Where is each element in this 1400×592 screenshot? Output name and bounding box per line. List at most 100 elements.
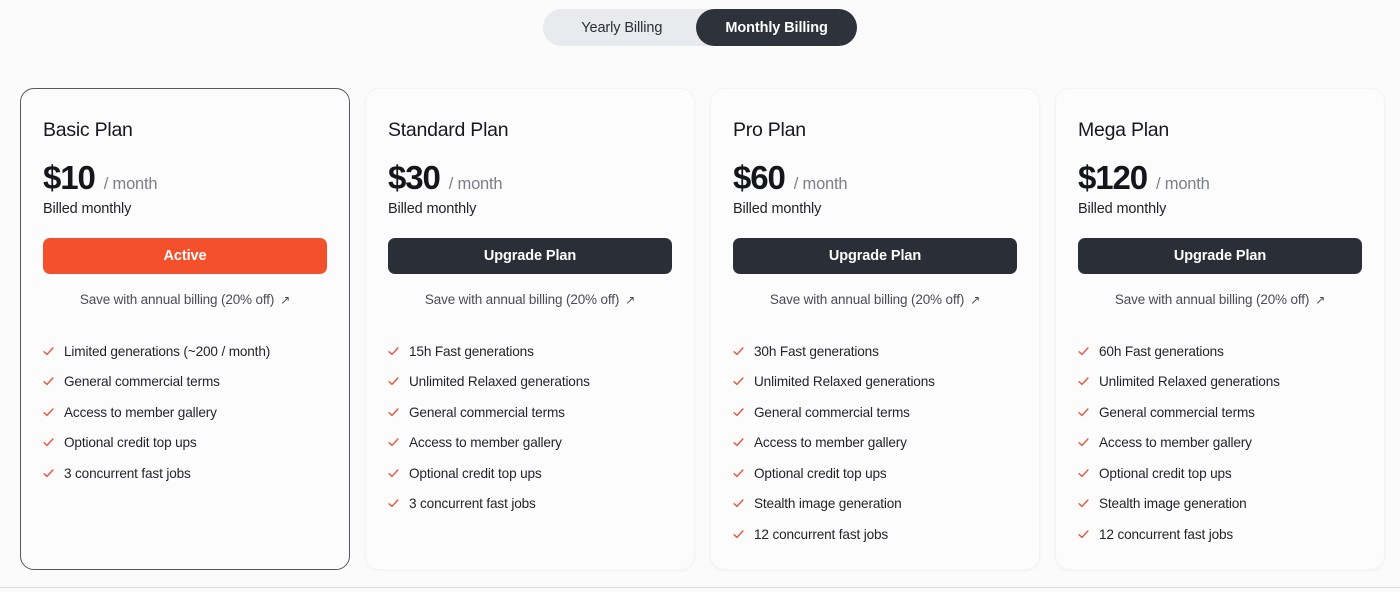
save-link-label: Save with annual billing (20% off) xyxy=(79,292,275,307)
check-icon xyxy=(1078,468,1089,479)
save-with-annual-billing-link[interactable]: Save with annual billing (20% off) ↗ xyxy=(43,292,327,307)
billing-toggle-container: Yearly Billing Monthly Billing xyxy=(0,9,1400,46)
upgrade-plan-button[interactable]: Upgrade Plan xyxy=(388,238,672,274)
plan-feature-list: 60h Fast generations Unlimited Relaxed ge… xyxy=(1078,344,1362,543)
plan-price: $30 xyxy=(388,159,441,196)
plan-feature-item: Optional credit top ups xyxy=(388,465,672,482)
plan-feature-item: General commercial terms xyxy=(388,405,672,421)
plan-feature-label: 3 concurrent fast jobs xyxy=(409,496,536,512)
plan-feature-label: 30h Fast generations xyxy=(754,344,879,359)
plan-feature-item: Optional credit top ups xyxy=(43,435,327,451)
check-icon xyxy=(388,376,399,387)
plan-price-period: / month xyxy=(793,175,848,193)
plan-feature-item: General commercial terms xyxy=(43,374,327,390)
check-icon xyxy=(1078,529,1089,540)
plan-feature-item: 3 concurrent fast jobs xyxy=(43,465,327,482)
plan-price-period: / month xyxy=(1156,175,1210,193)
plan-feature-label: Access to member gallery xyxy=(64,404,217,420)
plan-price: $10 xyxy=(43,159,96,196)
plan-feature-item: Access to member gallery xyxy=(388,435,672,451)
plan-feature-label: Access to member gallery xyxy=(1099,435,1252,451)
plan-feature-label: 12 concurrent fast jobs xyxy=(754,526,889,542)
plan-price-row: $10 / month xyxy=(43,161,327,194)
check-icon xyxy=(388,407,399,418)
plan-feature-item: General commercial terms xyxy=(1078,404,1362,421)
upgrade-plan-button[interactable]: Upgrade Plan xyxy=(733,238,1017,274)
check-icon xyxy=(1078,407,1089,418)
plan-feature-list: Limited generations (~200 / month) Genera… xyxy=(43,344,327,482)
plan-feature-label: Optional credit top ups xyxy=(409,465,542,481)
check-icon xyxy=(733,529,744,540)
check-icon xyxy=(388,498,399,509)
plan-price-row: $60 / month xyxy=(733,161,1017,194)
plan-feature-label: 60h Fast generations xyxy=(1099,344,1224,359)
plan-feature-label: 15h Fast generations xyxy=(409,344,534,359)
pricing-cards-row: Basic Plan $10 / month Billed monthly Active… xyxy=(20,88,1385,570)
upgrade-plan-button[interactable]: Upgrade Plan xyxy=(1078,238,1362,274)
plan-name: Standard Plan xyxy=(388,119,509,141)
plan-feature-item: 12 concurrent fast jobs xyxy=(733,526,1017,543)
plan-feature-list: 15h Fast generations Unlimited Relaxed ge… xyxy=(388,344,672,512)
plan-feature-label: Optional credit top ups xyxy=(1099,465,1232,481)
plan-price-period: / month xyxy=(448,175,503,193)
plan-price-row: $120 / month xyxy=(1078,161,1362,194)
check-icon xyxy=(733,468,744,479)
save-with-annual-billing-link[interactable]: Save with annual billing (20% off) ↗ xyxy=(1078,292,1362,307)
arrow-up-right-icon: ↗ xyxy=(970,292,981,307)
plan-feature-label: Unlimited Relaxed generations xyxy=(1099,374,1280,390)
check-icon xyxy=(43,407,54,418)
plan-feature-label: General commercial terms xyxy=(754,404,910,420)
plan-feature-item: 3 concurrent fast jobs xyxy=(388,496,672,512)
plan-feature-item: Access to member gallery xyxy=(733,435,1017,451)
plan-feature-label: Unlimited Relaxed generations xyxy=(754,374,935,390)
check-icon xyxy=(388,468,399,479)
plan-feature-label: Stealth image generation xyxy=(754,496,902,512)
plan-feature-item: Stealth image generation xyxy=(1078,496,1362,512)
bottom-divider xyxy=(0,587,1400,588)
billing-period-toggle[interactable]: Yearly Billing Monthly Billing xyxy=(543,9,857,46)
plan-feature-item: 15h Fast generations xyxy=(388,344,672,360)
plan-billing-note: Billed monthly xyxy=(43,201,132,217)
plan-feature-label: Access to member gallery xyxy=(754,435,907,451)
plan-feature-label: General commercial terms xyxy=(1099,404,1255,420)
plan-feature-label: Optional credit top ups xyxy=(64,435,197,451)
check-icon xyxy=(388,437,399,448)
billing-toggle-option-unselected[interactable]: Yearly Billing xyxy=(543,9,696,46)
plan-feature-label: Access to member gallery xyxy=(409,435,562,451)
plan-feature-item: General commercial terms xyxy=(733,404,1017,421)
arrow-up-right-icon: ↗ xyxy=(625,292,636,307)
plan-feature-list: 30h Fast generations Unlimited Relaxed ge… xyxy=(733,344,1017,543)
plan-feature-item: Optional credit top ups xyxy=(733,466,1017,482)
billing-toggle-option-selected[interactable]: Monthly Billing xyxy=(696,9,857,46)
save-with-annual-billing-link[interactable]: Save with annual billing (20% off) ↗ xyxy=(388,292,672,307)
plan-feature-item: Unlimited Relaxed generations xyxy=(733,374,1017,390)
plan-feature-item: Limited generations (~200 / month) xyxy=(43,344,327,360)
pricing-card: Mega Plan $120 / month Billed monthly Upgrad… xyxy=(1055,88,1385,570)
save-link-label: Save with annual billing (20% off) xyxy=(424,292,620,307)
arrow-up-right-icon: ↗ xyxy=(1315,292,1326,307)
check-icon xyxy=(1078,346,1089,357)
plan-feature-label: 3 concurrent fast jobs xyxy=(64,465,191,481)
plan-feature-item: 30h Fast generations xyxy=(733,344,1017,360)
check-icon xyxy=(733,376,744,387)
plan-feature-label: Stealth image generation xyxy=(1099,496,1247,512)
save-with-annual-billing-link[interactable]: Save with annual billing (20% off) ↗ xyxy=(733,292,1017,307)
plan-feature-item: 12 concurrent fast jobs xyxy=(1078,527,1362,543)
plan-feature-label: Limited generations (~200 / month) xyxy=(64,344,271,359)
plan-billing-note: Billed monthly xyxy=(733,201,822,217)
check-icon xyxy=(1078,437,1089,448)
plan-feature-item: Access to member gallery xyxy=(1078,435,1362,451)
pricing-card: Pro Plan $60 / month Billed monthly Upgrade … xyxy=(710,88,1040,570)
plan-feature-item: Unlimited Relaxed generations xyxy=(388,374,672,390)
plan-feature-item: Unlimited Relaxed generations xyxy=(1078,374,1362,390)
active-plan-button[interactable]: Active xyxy=(43,238,327,274)
plan-feature-item: Access to member gallery xyxy=(43,404,327,421)
plan-feature-label: General commercial terms xyxy=(64,374,220,390)
plan-billing-note: Billed monthly xyxy=(388,201,477,217)
check-icon xyxy=(1078,498,1089,509)
pricing-card: Basic Plan $10 / month Billed monthly Active… xyxy=(20,88,350,570)
plan-feature-item: 60h Fast generations xyxy=(1078,344,1362,360)
plan-feature-label: Unlimited Relaxed generations xyxy=(409,374,590,390)
check-icon xyxy=(43,468,54,479)
plan-price-period: / month xyxy=(103,175,158,193)
